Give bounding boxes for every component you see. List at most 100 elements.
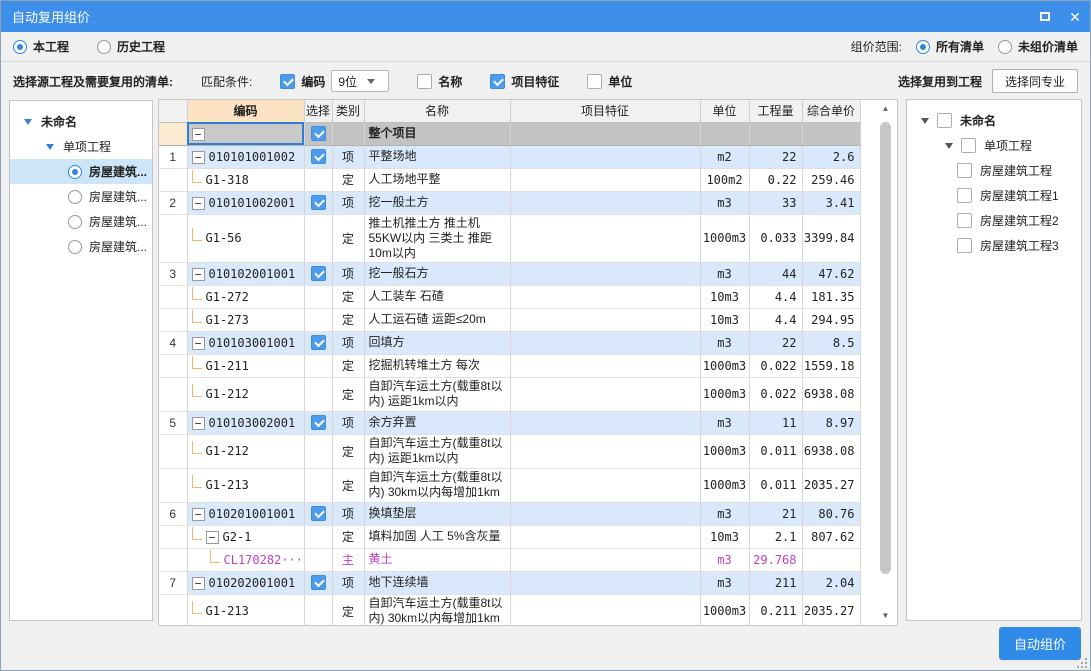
grid-cell-category[interactable]: 定 — [332, 354, 364, 377]
grid-cell-rownum[interactable]: 4 — [159, 331, 187, 354]
project-radio[interactable] — [68, 165, 82, 179]
grid-cell-rownum[interactable]: 1 — [159, 145, 187, 168]
scroll-up-icon[interactable]: ▲ — [878, 102, 893, 116]
scroll-down-icon[interactable]: ▼ — [878, 609, 893, 623]
col-header-category[interactable]: 类别 — [332, 100, 364, 122]
scrollbar-thumb[interactable] — [880, 122, 891, 574]
grid-cell-price[interactable]: 181.35 — [802, 285, 860, 308]
grid-cell-name[interactable]: 地下连续墙 — [364, 571, 510, 594]
grid-cell-code[interactable]: − — [187, 122, 304, 145]
grid-cell-quantity[interactable]: 21 — [749, 502, 802, 525]
grid-cell-quantity[interactable]: 0.022 — [749, 354, 802, 377]
grid-cell-quantity[interactable]: 44 — [749, 262, 802, 285]
grid-cell-feature[interactable] — [510, 122, 700, 145]
grid-cell-unit[interactable]: 1000m3 — [700, 468, 749, 502]
sidebar-item-target-project[interactable]: 房屋建筑工程 — [907, 158, 1081, 183]
grid-cell-unit[interactable]: m3 — [700, 548, 749, 571]
grid-cell-rownum[interactable] — [159, 122, 187, 145]
grid-cell-unit[interactable]: 1000m3 — [700, 354, 749, 377]
grid-cell-select[interactable] — [304, 377, 332, 411]
table-row[interactable]: G1-211定挖掘机转堆土方 每次1000m30.0221559.18 — [159, 354, 860, 377]
grid-cell-price[interactable]: 6938.08 — [802, 434, 860, 468]
table-row[interactable]: −G2-1定填料加固 人工 5%含灰量10m32.1807.62 — [159, 525, 860, 548]
grid-cell-rownum[interactable] — [159, 468, 187, 502]
grid-cell-feature[interactable] — [510, 262, 700, 285]
collapse-icon[interactable]: − — [192, 197, 205, 210]
grid-cell-select[interactable] — [304, 434, 332, 468]
table-row[interactable]: G1-213定自卸汽车运土方(载重8t以内) 30km以内每增加1km1000m… — [159, 594, 860, 626]
grid-cell-unit[interactable]: 10m3 — [700, 285, 749, 308]
auto-price-button[interactable]: 自动组价 — [999, 627, 1081, 660]
collapse-icon[interactable]: − — [192, 337, 205, 350]
grid-cell-feature[interactable] — [510, 377, 700, 411]
grid-cell-code[interactable]: G1-211 — [187, 354, 304, 377]
left-tree-root[interactable]: 未命名 — [10, 109, 152, 134]
checkbox-unit[interactable] — [587, 74, 602, 89]
grid-cell-code[interactable]: G1-212 — [187, 434, 304, 468]
table-row[interactable]: 3−010102001001项挖一般石方m34447.62 — [159, 262, 860, 285]
grid-cell-select[interactable] — [304, 354, 332, 377]
maximize-button[interactable] — [1030, 1, 1060, 32]
grid-cell-feature[interactable] — [510, 548, 700, 571]
grid-cell-name[interactable]: 推土机推土方 推土机55KW以内 三类土 推距10m以内 — [364, 214, 510, 262]
grid-cell-unit[interactable]: m3 — [700, 411, 749, 434]
project-checkbox[interactable] — [957, 238, 972, 253]
col-header-name[interactable]: 名称 — [364, 100, 510, 122]
grid-cell-category[interactable]: 项 — [332, 262, 364, 285]
grid-cell-price[interactable]: 3399.84 — [802, 214, 860, 262]
grid-cell-unit[interactable]: m2 — [700, 145, 749, 168]
grid-cell-code[interactable]: −010102001001 — [187, 262, 304, 285]
grid-cell-name[interactable]: 黄土 — [364, 548, 510, 571]
grid-cell-unit[interactable]: 1000m3 — [700, 377, 749, 411]
grid-cell-select[interactable] — [304, 548, 332, 571]
grid-cell-select[interactable] — [304, 214, 332, 262]
grid-cell-category[interactable]: 定 — [332, 377, 364, 411]
collapse-icon[interactable]: − — [192, 268, 205, 281]
sidebar-item-source-project[interactable]: 房屋建筑... — [10, 209, 152, 234]
col-header-select[interactable]: 选择 — [304, 100, 332, 122]
row-checkbox[interactable] — [311, 335, 326, 350]
grid-cell-category[interactable]: 定 — [332, 525, 364, 548]
grid-cell-code[interactable]: G1-273 — [187, 308, 304, 331]
checkbox-code[interactable] — [280, 74, 295, 89]
grid-cell-price[interactable]: 3.41 — [802, 191, 860, 214]
grid-cell-rownum[interactable] — [159, 285, 187, 308]
vertical-scrollbar[interactable]: ▲ ▼ — [878, 102, 893, 623]
grid-cell-select[interactable] — [304, 594, 332, 626]
grid-cell-quantity[interactable]: 33 — [749, 191, 802, 214]
grid-cell-unit[interactable]: m3 — [700, 331, 749, 354]
grid-cell-category[interactable]: 主 — [332, 548, 364, 571]
grid-cell-unit[interactable]: 10m3 — [700, 525, 749, 548]
grid-cell-feature[interactable] — [510, 168, 700, 191]
radio-unpriced-lists[interactable] — [998, 40, 1012, 54]
table-row[interactable]: G1-212定自卸汽车运土方(载重8t以内) 运距1km以内1000m30.02… — [159, 377, 860, 411]
grid-cell-category[interactable]: 定 — [332, 434, 364, 468]
grid-cell-code[interactable]: G1-56 — [187, 214, 304, 262]
grid-cell-name[interactable]: 人工运石碴 运距≤20m — [364, 308, 510, 331]
table-row[interactable]: G1-56定推土机推土方 推土机55KW以内 三类土 推距10m以内1000m3… — [159, 214, 860, 262]
table-row[interactable]: 1−010101001002项平整场地m2222.6 — [159, 145, 860, 168]
grid-cell-rownum[interactable] — [159, 168, 187, 191]
table-row[interactable]: −整个项目 — [159, 122, 860, 145]
grid-cell-rownum[interactable] — [159, 434, 187, 468]
grid-cell-code[interactable]: −010202001001 — [187, 571, 304, 594]
grid-cell-unit[interactable]: m3 — [700, 262, 749, 285]
grid-cell-unit[interactable]: 1000m3 — [700, 214, 749, 262]
row-checkbox[interactable] — [311, 195, 326, 210]
table-row[interactable]: 6−010201001001项换填垫层m32180.76 — [159, 502, 860, 525]
grid-cell-quantity[interactable]: 11 — [749, 411, 802, 434]
grid-cell-price[interactable]: 8.97 — [802, 411, 860, 434]
table-row[interactable]: G1-272定人工装车 石碴10m34.4181.35 — [159, 285, 860, 308]
grid-cell-quantity[interactable]: 0.022 — [749, 377, 802, 411]
col-header-feature[interactable]: 项目特征 — [510, 100, 700, 122]
col-header-price[interactable]: 综合单价 — [802, 100, 860, 122]
grid-cell-quantity[interactable]: 0.011 — [749, 468, 802, 502]
right-tree-group[interactable]: 单项工程 — [907, 133, 1081, 158]
grid-cell-category[interactable]: 定 — [332, 468, 364, 502]
project-radio[interactable] — [68, 190, 82, 204]
grid-cell-feature[interactable] — [510, 285, 700, 308]
grid-cell-price[interactable]: 2.6 — [802, 145, 860, 168]
collapse-icon[interactable]: − — [192, 151, 205, 164]
grid-cell-price[interactable]: 2035.27 — [802, 594, 860, 626]
grid-cell-category[interactable]: 项 — [332, 191, 364, 214]
